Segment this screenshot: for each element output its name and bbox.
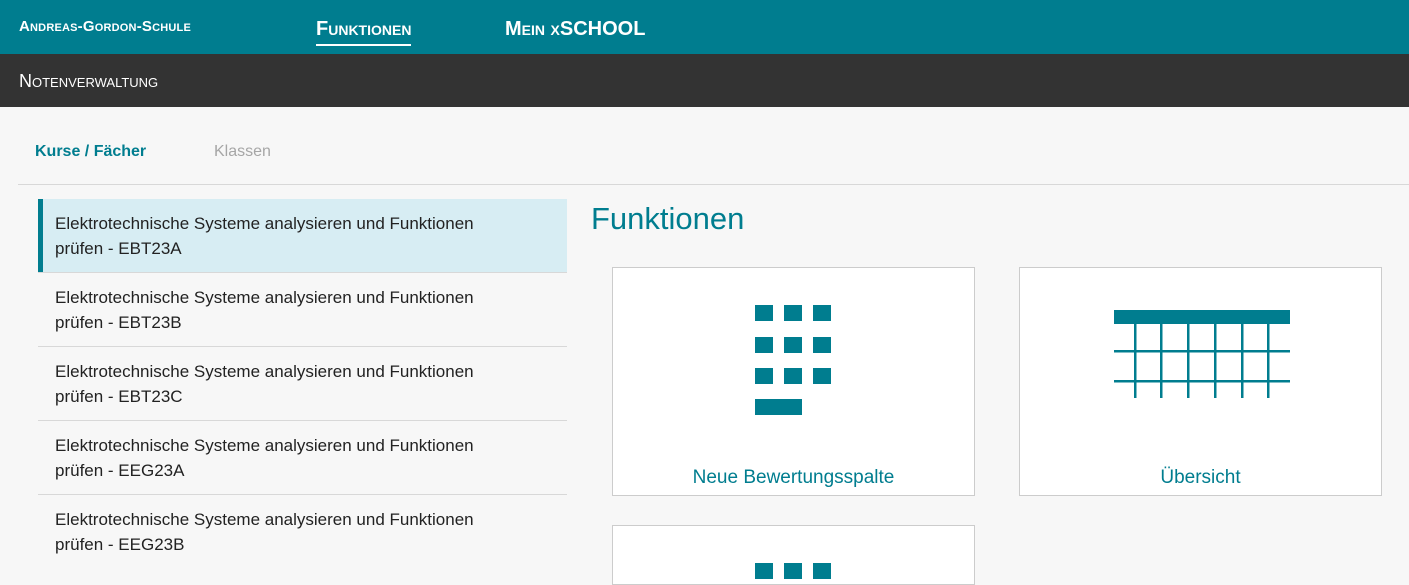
course-item-ebt23b[interactable]: Elektrotechnische Systeme analysieren un… (38, 273, 567, 347)
course-code: prüfen - EEG23B (55, 535, 185, 554)
course-code: prüfen - EBT23A (55, 239, 182, 258)
course-item-eeg23a[interactable]: Elektrotechnische Systeme analysieren un… (38, 421, 567, 495)
course-name: Elektrotechnische Systeme analysieren un… (55, 510, 474, 529)
module-title: Notenverwaltung (19, 71, 159, 91)
card-label: Neue Bewertungsspalte (692, 467, 895, 488)
course-list: Elektrotechnische Systeme analysieren un… (38, 199, 567, 569)
course-name: Elektrotechnische Systeme analysieren un… (55, 362, 474, 381)
module-header: Notenverwaltung (0, 54, 1409, 107)
keypad-icon (755, 305, 831, 415)
function-card-3[interactable] (612, 525, 975, 585)
course-item-ebt23c[interactable]: Elektrotechnische Systeme analysieren un… (38, 347, 567, 421)
course-code: prüfen - EBT23B (55, 313, 182, 332)
card-label: Übersicht (1160, 467, 1241, 488)
new-grade-column-card[interactable]: Neue Bewertungsspalte (612, 267, 975, 496)
table-grid-icon (1114, 310, 1290, 398)
tab-klassen[interactable]: Klassen (214, 143, 271, 161)
course-code: prüfen - EBT23C (55, 387, 183, 406)
nav-mein-xschool[interactable]: Mein xSCHOOL (505, 18, 645, 41)
view-tabs: Kurse / Fächer Klassen (18, 107, 1409, 185)
course-item-eeg23b[interactable]: Elektrotechnische Systeme analysieren un… (38, 495, 567, 569)
keypad-icon (755, 563, 831, 579)
functions-heading: Funktionen (591, 201, 745, 236)
course-name: Elektrotechnische Systeme analysieren un… (55, 214, 474, 233)
course-name: Elektrotechnische Systeme analysieren un… (55, 288, 474, 307)
course-name: Elektrotechnische Systeme analysieren un… (55, 436, 474, 455)
school-name[interactable]: Andreas-Gordon-Schule (19, 18, 191, 35)
top-navigation-bar: Andreas-Gordon-Schule Funktionen Mein xS… (0, 0, 1409, 54)
nav-funktionen[interactable]: Funktionen (316, 18, 412, 46)
course-code: prüfen - EEG23A (55, 461, 185, 480)
tab-kurse-faecher[interactable]: Kurse / Fächer (35, 143, 146, 161)
overview-card[interactable]: Übersicht (1019, 267, 1382, 496)
course-item-ebt23a[interactable]: Elektrotechnische Systeme analysieren un… (38, 199, 567, 273)
